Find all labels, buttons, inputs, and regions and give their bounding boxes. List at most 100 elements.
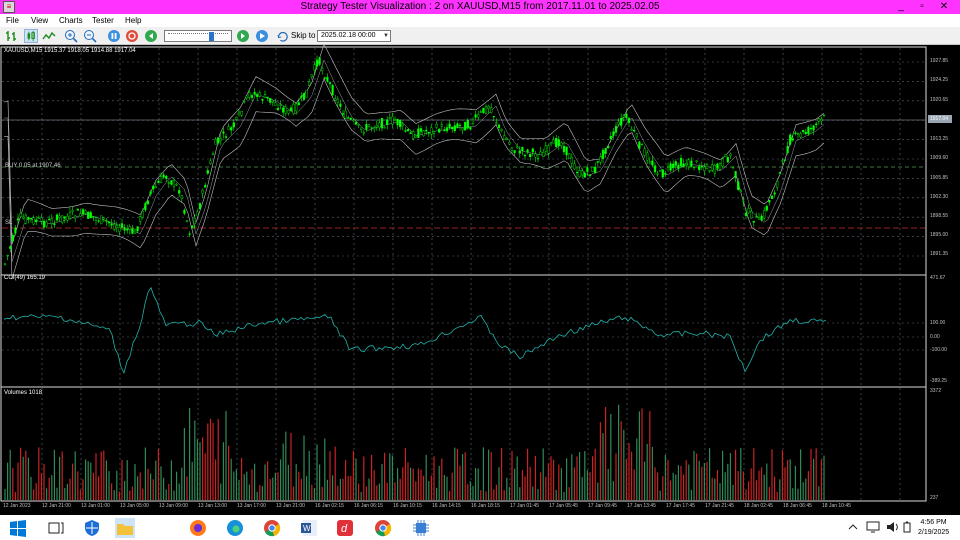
firefox-icon[interactable]: [188, 518, 208, 538]
bar-chart-icon[interactable]: [5, 29, 19, 43]
maximize-button[interactable]: ▫: [910, 0, 934, 14]
candle-body: [245, 95, 248, 99]
step-forward-icon[interactable]: [236, 29, 250, 43]
candle-body: [783, 159, 787, 161]
candle-body: [365, 124, 368, 130]
pause-icon[interactable]: [107, 29, 121, 43]
candle-body: [175, 184, 178, 186]
candle-body: [146, 200, 150, 205]
candle-body: [289, 107, 293, 111]
candle-body: [809, 127, 813, 130]
candle-body: [178, 190, 181, 194]
candle-body: [505, 138, 508, 140]
candle-body: [55, 214, 59, 221]
candle-body: [570, 157, 573, 164]
cci-tick: 0.00: [930, 334, 940, 340]
candle-body: [466, 120, 469, 129]
candle-body: [305, 90, 308, 98]
app-d-icon[interactable]: d: [335, 518, 355, 538]
chevron-down-icon[interactable]: ▼: [383, 31, 389, 41]
candle-body: [50, 218, 53, 224]
word-icon[interactable]: W: [299, 518, 319, 538]
menu-help[interactable]: Help: [125, 14, 141, 27]
zoom-in-icon[interactable]: [64, 29, 78, 43]
candles-icon[interactable]: [24, 29, 38, 43]
candle-body: [24, 214, 27, 224]
step-back-icon[interactable]: [144, 29, 158, 43]
menu-tester[interactable]: Tester: [92, 14, 114, 27]
edge-icon[interactable]: [225, 518, 245, 538]
candle-body: [412, 131, 415, 139]
volume-pane-header: Volumes 1018: [4, 390, 43, 396]
candle-body: [391, 116, 394, 125]
candle-body: [321, 67, 324, 71]
candle-body: [685, 162, 688, 166]
chrome-icon[interactable]: [262, 518, 282, 538]
speaker-icon[interactable]: [885, 521, 899, 533]
candle-body: [375, 125, 378, 128]
candle-body: [232, 122, 235, 128]
file-explorer-icon[interactable]: [115, 518, 135, 538]
candle-body: [45, 221, 48, 227]
chrome-profile-icon[interactable]: [373, 518, 393, 538]
windows-start-icon[interactable]: [8, 518, 28, 538]
skip-to-label[interactable]: Skip to: [291, 30, 315, 42]
candle-body: [172, 180, 176, 187]
candle-body: [474, 114, 477, 118]
candle-body: [250, 95, 254, 98]
candle-body: [344, 110, 347, 119]
time-tick: 17 Jan 21:45: [705, 503, 734, 509]
speed-slider[interactable]: [164, 30, 232, 42]
time-tick: 18 Jan 06:45: [783, 503, 812, 509]
candle-body: [315, 59, 319, 67]
candle-body: [196, 211, 199, 217]
candle-body: [152, 185, 155, 190]
taskbar: W d 4:56 PM 2/19/2025: [0, 515, 960, 540]
network-icon[interactable]: [866, 521, 880, 533]
menu-charts[interactable]: Charts: [59, 14, 83, 27]
candle-body: [601, 149, 605, 159]
menu-view[interactable]: View: [31, 14, 48, 27]
candle-body: [716, 163, 719, 169]
chip-icon[interactable]: [411, 518, 431, 538]
menu-file[interactable]: File: [6, 14, 19, 27]
candle-body: [32, 217, 35, 225]
stop-icon[interactable]: [125, 29, 139, 43]
line-chart-icon[interactable]: [42, 29, 56, 43]
candle-body: [622, 115, 625, 118]
chart-area[interactable]: XAUUSD,M15 1915.37 1918.05 1914.88 1917.…: [0, 45, 960, 515]
close-button[interactable]: ✕: [932, 0, 956, 14]
candle-body: [409, 132, 412, 135]
chevron-up-icon[interactable]: [847, 522, 859, 532]
candle-body: [425, 129, 428, 132]
system-clock[interactable]: 4:56 PM 2/19/2025: [918, 518, 949, 538]
skip-icon[interactable]: [277, 29, 289, 43]
candle-body: [323, 77, 326, 79]
candle-body: [479, 111, 482, 113]
candle-body: [9, 246, 12, 249]
candle-body: [721, 158, 724, 167]
candle-body: [258, 92, 261, 97]
candle-body: [586, 167, 589, 172]
candle-body: [204, 185, 207, 188]
task-view-icon[interactable]: [46, 518, 66, 538]
candle-body: [536, 157, 540, 160]
candle-body: [263, 94, 267, 98]
candle-body: [750, 210, 753, 219]
candle-body: [58, 215, 61, 218]
candle-body: [271, 101, 274, 103]
play-icon[interactable]: [255, 29, 269, 43]
candle-body: [42, 220, 46, 228]
slider-thumb[interactable]: [209, 32, 214, 41]
zoom-out-icon[interactable]: [83, 29, 97, 43]
skip-date-input[interactable]: 2025.02.18 00:00 ▼: [317, 30, 391, 42]
time-tick: 17 Jan 09:45: [588, 503, 617, 509]
time-tick: 16 Jan 02:15: [315, 503, 344, 509]
security-shield-icon[interactable]: [82, 518, 102, 538]
candle-body: [133, 229, 137, 234]
candle-body: [620, 118, 623, 126]
candle-body: [68, 211, 72, 219]
candle-body: [227, 126, 230, 130]
battery-icon[interactable]: [902, 521, 912, 533]
clock-date: 2/19/2025: [918, 529, 950, 536]
